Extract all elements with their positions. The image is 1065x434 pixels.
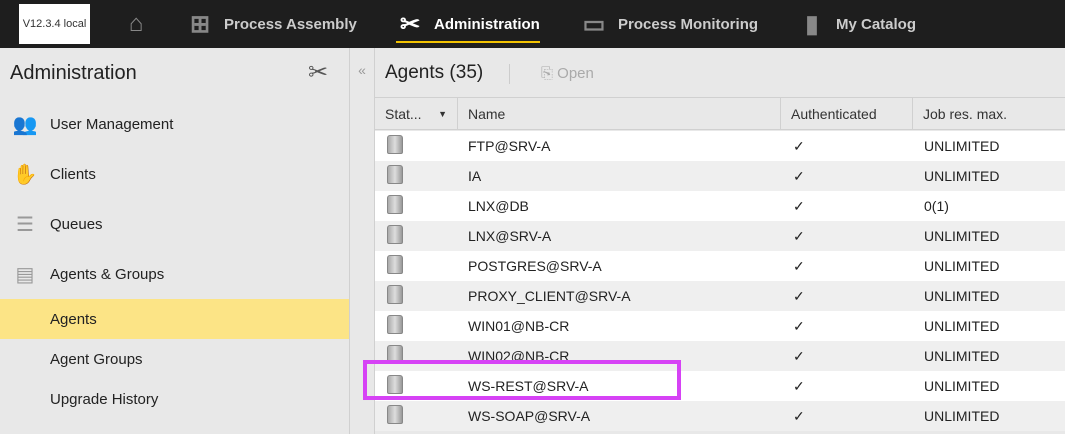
authenticated-check: ✓: [793, 347, 805, 364]
divider: [509, 64, 510, 84]
col-label: Job res. max.: [923, 105, 1008, 122]
sidebar-item-agents[interactable]: Agents: [0, 299, 349, 339]
sidebar-item-agent-groups[interactable]: Agent Groups: [0, 339, 349, 379]
table-row[interactable]: LNX@DB ✓ 0(1): [375, 191, 1065, 221]
nav-my-catalog[interactable]: ▮ My Catalog: [798, 0, 916, 48]
col-label: Name: [468, 105, 506, 122]
sidebar-item-user-management[interactable]: 👥 User Management: [0, 104, 349, 144]
tools-icon[interactable]: ✂: [308, 58, 328, 87]
table-row[interactable]: LNX@SRV-A ✓ UNLIMITED: [375, 221, 1065, 251]
authenticated-check: ✓: [793, 287, 805, 304]
home-icon: ⌂: [128, 10, 144, 37]
sidebar: Administration ✂ 👥 User Management ✋ Clien…: [0, 48, 349, 434]
table-row[interactable]: WS-SOAP@SRV-A ✓ UNLIMITED: [375, 401, 1065, 431]
job-res-max: UNLIMITED: [924, 138, 1000, 154]
version-badge: V12.3.4 local: [19, 4, 90, 44]
sidebar-item-agents-groups[interactable]: ▤ Agents & Groups: [0, 254, 349, 294]
agent-name: POSTGRES@SRV-A: [468, 258, 602, 274]
table-row[interactable]: PROXY_CLIENT@SRV-A ✓ UNLIMITED: [375, 281, 1065, 311]
table-row[interactable]: FTP@SRV-A ✓ UNLIMITED: [375, 131, 1065, 161]
agent-name: LNX@SRV-A: [468, 228, 552, 244]
nav-process-assembly[interactable]: ⊞ Process Assembly: [186, 0, 357, 48]
open-button[interactable]: ⎘ Open: [541, 65, 594, 82]
column-status[interactable]: Stat... ▼: [375, 98, 458, 129]
authenticated-check: ✓: [793, 227, 805, 244]
col-label: Stat...: [385, 105, 422, 122]
authenticated-check: ✓: [793, 407, 805, 424]
authenticated-check: ✓: [793, 137, 805, 154]
nav-administration[interactable]: ✂ Administration: [396, 0, 540, 48]
authenticated-check: ✓: [793, 257, 805, 274]
users-icon: 👥: [12, 113, 38, 136]
sidebar-title: Administration: [10, 62, 137, 84]
item-label: Agent Groups: [50, 350, 143, 368]
process-assembly-icon: ⊞: [189, 10, 211, 38]
job-res-max: UNLIMITED: [924, 228, 1000, 244]
nav-process-monitoring[interactable]: ▭ Process Monitoring: [580, 0, 758, 48]
job-res-max: UNLIMITED: [924, 378, 1000, 394]
agent-name: WS-SOAP@SRV-A: [468, 408, 591, 424]
table-header: Stat... ▼ Name Authenticated Job res. max…: [375, 97, 1065, 130]
server-icon: [387, 135, 403, 154]
server-icon: [387, 285, 403, 304]
panel-title: Agents (35): [385, 62, 484, 83]
authenticated-check: ✓: [793, 317, 805, 334]
top-bar: V12.3.4 local ⌂ ⊞ Process Assembly ✂ Admin…: [0, 0, 1065, 48]
job-res-max: UNLIMITED: [924, 288, 1000, 304]
agent-name: PROXY_CLIENT@SRV-A: [468, 288, 631, 304]
agent-name: WIN01@NB-CR: [468, 318, 570, 334]
sidebar-item-queues[interactable]: ☰ Queues: [0, 204, 349, 244]
authenticated-check: ✓: [793, 167, 805, 184]
nav-label: Administration: [434, 15, 540, 33]
server-icon: [387, 165, 403, 184]
open-label: Open: [557, 65, 594, 82]
monitor-icon: ▭: [582, 10, 606, 38]
nav-label: My Catalog: [836, 15, 917, 33]
book-icon: ▮: [805, 10, 819, 38]
highlight-box: [363, 360, 681, 400]
tools-icon: ✂: [399, 10, 421, 38]
item-label: Queues: [50, 215, 103, 233]
nav-label: Process Monitoring: [618, 15, 759, 33]
job-res-max: UNLIMITED: [924, 168, 1000, 184]
authenticated-check: ✓: [793, 197, 805, 214]
double-chevron-left-icon: «: [358, 62, 366, 78]
job-res-max: UNLIMITED: [924, 318, 1000, 334]
table-row[interactable]: POSTGRES@SRV-A ✓ UNLIMITED: [375, 251, 1065, 281]
handshake-icon: ✋: [12, 163, 38, 186]
sort-down-icon[interactable]: ▼: [438, 109, 447, 119]
open-icon: ⎘: [541, 65, 558, 82]
item-label: Agents & Groups: [50, 265, 165, 283]
col-label: Authenticated: [791, 105, 877, 122]
table-row[interactable]: IA ✓ UNLIMITED: [375, 161, 1065, 191]
agents-icon: ▤: [15, 263, 35, 286]
job-res-max: 0(1): [924, 198, 949, 214]
sidebar-item-clients[interactable]: ✋ Clients: [0, 154, 349, 194]
column-authenticated[interactable]: Authenticated: [781, 98, 913, 129]
queues-icon: ☰: [16, 213, 34, 236]
sidebar-item-upgrade-history[interactable]: Upgrade History: [0, 379, 349, 419]
server-icon: [387, 405, 403, 424]
server-icon: [387, 255, 403, 274]
item-label: Agents: [50, 310, 97, 328]
agent-name: FTP@SRV-A: [468, 138, 551, 154]
agent-name: LNX@DB: [468, 198, 529, 214]
job-res-max: UNLIMITED: [924, 348, 1000, 364]
agent-name: IA: [468, 168, 482, 184]
nav-label: Process Assembly: [224, 15, 357, 33]
column-job-res-max[interactable]: Job res. max.: [913, 98, 1007, 129]
job-res-max: UNLIMITED: [924, 408, 1000, 424]
authenticated-check: ✓: [793, 377, 805, 394]
job-res-max: UNLIMITED: [924, 258, 1000, 274]
item-label: Upgrade History: [50, 390, 159, 408]
item-label: Clients: [50, 165, 96, 183]
server-icon: [387, 195, 403, 214]
column-name[interactable]: Name: [458, 98, 781, 129]
server-icon: [387, 225, 403, 244]
server-icon: [387, 315, 403, 334]
item-label: User Management: [50, 115, 174, 133]
home-button[interactable]: ⌂: [122, 0, 150, 48]
table-row[interactable]: WIN01@NB-CR ✓ UNLIMITED: [375, 311, 1065, 341]
